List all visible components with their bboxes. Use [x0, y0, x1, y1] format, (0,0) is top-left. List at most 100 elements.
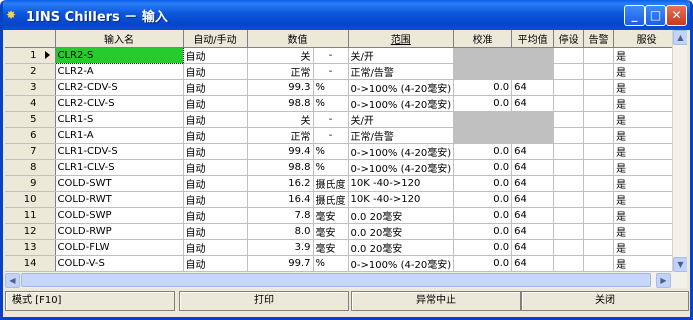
- unit-cell[interactable]: -: [313, 47, 349, 64]
- unit-cell[interactable]: -: [313, 63, 349, 80]
- value-cell[interactable]: 3.9: [247, 239, 314, 256]
- row-number[interactable]: 8: [5, 159, 56, 176]
- mode-cell[interactable]: 自动: [183, 255, 248, 272]
- col-header-stop[interactable]: 停设: [553, 30, 585, 48]
- service-cell[interactable]: 是: [613, 239, 681, 256]
- value-cell[interactable]: 98.8: [247, 95, 314, 112]
- average-cell[interactable]: [511, 127, 555, 144]
- col-header-value[interactable]: 数值: [247, 30, 349, 48]
- calibration-cell[interactable]: 0.0: [453, 223, 513, 240]
- mode-cell[interactable]: 自动: [183, 159, 248, 176]
- scroll-down-button[interactable]: ▼: [673, 257, 687, 272]
- average-cell[interactable]: [511, 111, 555, 128]
- average-cell[interactable]: 64: [511, 143, 555, 160]
- value-cell[interactable]: 99.3: [247, 79, 314, 96]
- alarm-cell[interactable]: [583, 143, 615, 160]
- col-header-average[interactable]: 平均值: [511, 30, 555, 48]
- value-cell[interactable]: 98.8: [247, 159, 314, 176]
- range-cell[interactable]: 正常/告警: [348, 127, 455, 144]
- value-cell[interactable]: 7.8: [247, 207, 314, 224]
- input-name-cell[interactable]: CLR1-CDV-S: [55, 143, 184, 160]
- unit-cell[interactable]: %: [313, 143, 349, 160]
- alarm-cell[interactable]: [583, 223, 615, 240]
- table-row[interactable]: 7 CLR1-CDV-S 自动 99.4% 0->100% (4-20毫安) 0.0 64 是: [5, 143, 681, 160]
- mode-cell[interactable]: 自动: [183, 127, 248, 144]
- mode-cell[interactable]: 自动: [183, 143, 248, 160]
- range-cell[interactable]: 10K -40->120: [348, 175, 455, 192]
- service-cell[interactable]: 是: [613, 63, 681, 80]
- service-cell[interactable]: 是: [613, 127, 681, 144]
- average-cell[interactable]: 64: [511, 239, 555, 256]
- table-row[interactable]: 1 CLR2-S 自动关 - 关/开 是: [5, 47, 681, 64]
- scroll-left-button[interactable]: ◀: [5, 273, 20, 288]
- value-cell[interactable]: 16.2: [247, 175, 314, 192]
- calibration-cell[interactable]: 0.0: [453, 191, 513, 208]
- service-cell[interactable]: 是: [613, 175, 681, 192]
- calibration-cell[interactable]: 0.0: [453, 255, 513, 272]
- range-cell[interactable]: 0->100% (4-20毫安): [348, 159, 455, 176]
- row-number[interactable]: 2: [5, 63, 56, 80]
- unit-cell[interactable]: 摄氏度: [313, 175, 349, 192]
- maximize-button[interactable]: □: [645, 5, 666, 26]
- alarm-cell[interactable]: [583, 255, 615, 272]
- input-name-cell[interactable]: COLD-RWP: [55, 223, 184, 240]
- unit-cell[interactable]: %: [313, 95, 349, 112]
- unit-cell[interactable]: 毫安: [313, 239, 349, 256]
- stop-cell[interactable]: [553, 63, 585, 80]
- col-header-mode[interactable]: 自动/手动: [183, 30, 248, 48]
- stop-cell[interactable]: [553, 143, 585, 160]
- average-cell[interactable]: 64: [511, 175, 555, 192]
- minimize-button[interactable]: _: [624, 5, 645, 26]
- alarm-cell[interactable]: [583, 63, 615, 80]
- row-number[interactable]: 3: [5, 79, 56, 96]
- input-name-cell[interactable]: CLR2-A: [55, 63, 184, 80]
- alarm-cell[interactable]: [583, 175, 615, 192]
- stop-cell[interactable]: [553, 95, 585, 112]
- stop-cell[interactable]: [553, 127, 585, 144]
- stop-cell[interactable]: [553, 239, 585, 256]
- value-cell[interactable]: 关: [247, 47, 314, 64]
- stop-cell[interactable]: [553, 175, 585, 192]
- stop-cell[interactable]: [553, 207, 585, 224]
- table-row[interactable]: 10 COLD-RWT 自动 16.4 摄氏度 10K -40->120 0.0 64 是: [5, 191, 681, 208]
- table-row[interactable]: 6 CLR1-A 自动 正常 - 正常/告警 是: [5, 127, 681, 144]
- row-number[interactable]: 9: [5, 175, 56, 192]
- row-number[interactable]: 7: [5, 143, 56, 160]
- alarm-cell[interactable]: [583, 79, 615, 96]
- row-number[interactable]: 13: [5, 239, 56, 256]
- input-name-cell[interactable]: COLD-RWT: [55, 191, 184, 208]
- unit-cell[interactable]: %: [313, 79, 349, 96]
- value-cell[interactable]: 8.0: [247, 223, 314, 240]
- row-number[interactable]: 12: [5, 223, 56, 240]
- table-row[interactable]: 4 CLR2-CLV-S 自动 98.8% 0->100% (4-20毫安) 0.0 64 是: [5, 95, 681, 112]
- stop-cell[interactable]: [553, 79, 585, 96]
- range-cell[interactable]: 关/开: [348, 111, 455, 128]
- print-button[interactable]: 打印: [179, 291, 349, 311]
- range-cell[interactable]: 10K -40->120: [348, 191, 455, 208]
- value-cell[interactable]: 关: [247, 111, 314, 128]
- alarm-cell[interactable]: [583, 207, 615, 224]
- mode-cell[interactable]: 自动: [183, 223, 248, 240]
- abort-button[interactable]: 异常中止: [351, 291, 521, 311]
- corner-header[interactable]: [5, 30, 56, 48]
- service-cell[interactable]: 是: [613, 207, 681, 224]
- input-name-cell[interactable]: COLD-FLW: [55, 239, 184, 256]
- table-row[interactable]: 12 COLD-RWP 自动 8.0 毫安 0.0 20毫安 0.0 64 是: [5, 223, 681, 240]
- calibration-cell[interactable]: [453, 47, 513, 64]
- row-number[interactable]: 1: [5, 47, 56, 64]
- service-cell[interactable]: 是: [613, 143, 681, 160]
- stop-cell[interactable]: [553, 255, 585, 272]
- horizontal-scroll-thumb[interactable]: [21, 273, 651, 287]
- input-name-cell[interactable]: CLR1-A: [55, 127, 184, 144]
- range-cell[interactable]: 关/开: [348, 47, 455, 64]
- calibration-cell[interactable]: [453, 111, 513, 128]
- value-cell[interactable]: 99.4: [247, 143, 314, 160]
- table-row[interactable]: 5 CLR1-S 自动关 - 关/开 是: [5, 111, 681, 128]
- calibration-cell[interactable]: 0.0: [453, 207, 513, 224]
- alarm-cell[interactable]: [583, 111, 615, 128]
- row-number[interactable]: 6: [5, 127, 56, 144]
- average-cell[interactable]: 64: [511, 255, 555, 272]
- alarm-cell[interactable]: [583, 159, 615, 176]
- value-cell[interactable]: 99.7: [247, 255, 314, 272]
- range-cell[interactable]: 0->100% (4-20毫安): [348, 79, 455, 96]
